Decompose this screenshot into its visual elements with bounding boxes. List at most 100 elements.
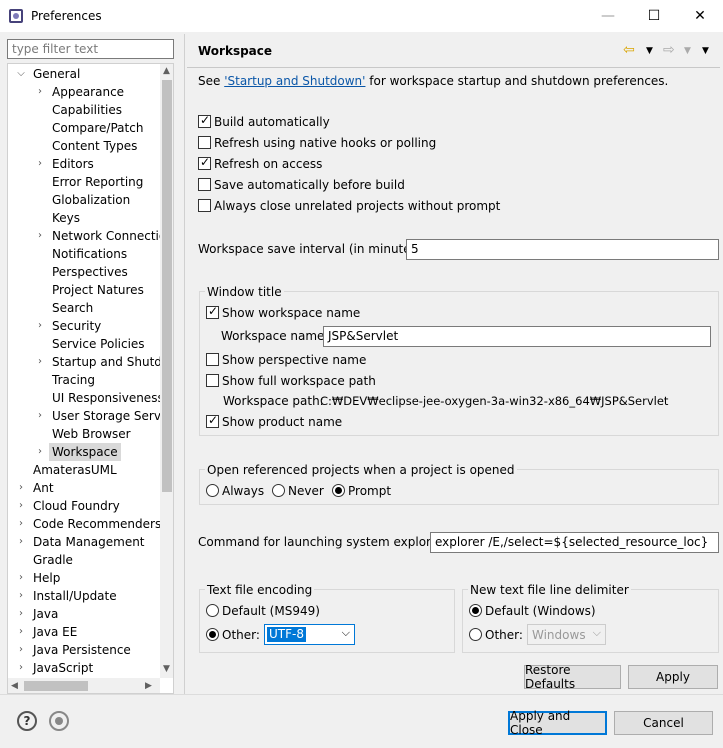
tree-item[interactable]: Appearance xyxy=(52,83,124,101)
open-never-radio[interactable]: Never xyxy=(272,482,324,500)
checkbox-box[interactable] xyxy=(198,155,211,170)
tree-item[interactable]: Service Policies xyxy=(52,335,145,353)
delimiter-default-radio[interactable]: Default (Windows) xyxy=(469,602,596,620)
tree-item[interactable]: Project Natures xyxy=(52,281,144,299)
radio-circle[interactable] xyxy=(206,484,219,497)
radio-circle[interactable] xyxy=(332,484,345,497)
close-button[interactable]: ✕ xyxy=(677,0,723,32)
radio-circle[interactable] xyxy=(206,628,219,641)
tree-item[interactable]: Security xyxy=(52,317,101,335)
show-perspective-name-checkbox[interactable]: Show perspective name xyxy=(206,351,366,369)
collapse-chevron-icon[interactable]: › xyxy=(35,353,45,371)
tree-item[interactable]: Editors xyxy=(52,155,94,173)
tree-hscroll-thumb[interactable] xyxy=(24,681,88,691)
tree-item[interactable]: Ant xyxy=(33,479,54,497)
tree-item[interactable]: Gradle xyxy=(33,551,73,569)
tree-item[interactable]: General xyxy=(33,65,80,83)
tree-item[interactable]: Perspectives xyxy=(52,263,128,281)
collapse-chevron-icon[interactable]: › xyxy=(16,479,26,497)
tree-item[interactable]: Content Types xyxy=(52,137,137,155)
collapse-chevron-icon[interactable]: › xyxy=(16,533,26,551)
delimiter-other-radio[interactable]: Other: xyxy=(469,626,523,644)
delimiter-select[interactable]: Windows ⌵ xyxy=(527,624,606,645)
tree-item[interactable]: Web Browser xyxy=(52,425,131,443)
collapse-chevron-icon[interactable]: › xyxy=(16,515,26,533)
tree-item[interactable]: Error Reporting xyxy=(52,173,143,191)
open-prompt-radio[interactable]: Prompt xyxy=(332,482,391,500)
open-always-radio[interactable]: Always xyxy=(206,482,264,500)
help-icon[interactable]: ? xyxy=(17,711,37,731)
maximize-button[interactable]: ☐ xyxy=(631,0,677,32)
scroll-up-icon[interactable]: ▲ xyxy=(163,64,170,78)
collapse-chevron-icon[interactable]: › xyxy=(16,623,26,641)
checkbox-box[interactable] xyxy=(198,199,211,212)
back-arrow-icon[interactable]: ⇦ xyxy=(623,42,635,58)
workspace-option-checkbox[interactable]: Save automatically before build xyxy=(198,176,405,194)
tree-item[interactable]: Cloud Foundry xyxy=(33,497,120,515)
cancel-button[interactable]: Cancel xyxy=(614,711,713,735)
collapse-chevron-icon[interactable]: › xyxy=(35,443,45,461)
tree-item[interactable]: AmaterasUML xyxy=(33,461,117,479)
scroll-right-icon[interactable]: ▶ xyxy=(145,679,152,693)
collapse-chevron-icon[interactable]: › xyxy=(16,587,26,605)
record-icon[interactable] xyxy=(49,711,69,731)
checkbox-box[interactable] xyxy=(198,178,211,191)
apply-button[interactable]: Apply xyxy=(628,665,718,689)
tree-item[interactable]: Keys xyxy=(52,209,80,227)
radio-circle[interactable] xyxy=(469,628,482,641)
checkbox-box[interactable] xyxy=(198,113,211,128)
collapse-chevron-icon[interactable]: › xyxy=(16,659,26,677)
tree-item[interactable]: Tracing xyxy=(52,371,95,389)
workspace-option-checkbox[interactable]: Refresh using native hooks or polling xyxy=(198,134,436,152)
startup-shutdown-link[interactable]: 'Startup and Shutdown' xyxy=(224,74,365,88)
tree-item[interactable]: Help xyxy=(33,569,60,587)
collapse-chevron-icon[interactable]: › xyxy=(16,605,26,623)
scroll-down-icon[interactable]: ▼ xyxy=(163,662,170,676)
collapse-chevron-icon[interactable]: › xyxy=(16,497,26,515)
checkbox-box[interactable] xyxy=(206,353,219,366)
checkbox-box[interactable] xyxy=(206,374,219,387)
encoding-select[interactable]: UTF-8 ⌵ xyxy=(264,624,355,645)
tree-item[interactable]: Search xyxy=(52,299,93,317)
tree-item[interactable]: Code Recommenders xyxy=(33,515,160,533)
back-menu-chevron-icon[interactable]: ▼ xyxy=(646,46,653,56)
tree-item[interactable]: Workspace xyxy=(49,443,121,461)
collapse-chevron-icon[interactable]: › xyxy=(35,317,45,335)
workspace-name-input[interactable]: JSP&Servlet xyxy=(323,326,711,347)
tree-item[interactable]: Java Persistence xyxy=(33,641,131,659)
collapse-chevron-icon[interactable]: › xyxy=(35,83,45,101)
radio-circle[interactable] xyxy=(206,604,219,617)
tree-item[interactable]: Java EE xyxy=(33,623,77,641)
tree-item[interactable]: Java xyxy=(33,605,58,623)
collapse-chevron-icon[interactable]: › xyxy=(16,641,26,659)
tree-item[interactable]: Startup and Shutdown xyxy=(52,353,160,371)
show-full-path-checkbox[interactable]: Show full workspace path xyxy=(206,372,376,390)
filter-input[interactable]: type filter text xyxy=(7,39,174,59)
minimize-button[interactable]: — xyxy=(585,0,631,32)
tree-scroll-thumb[interactable] xyxy=(162,80,172,492)
forward-arrow-icon[interactable]: ⇨ xyxy=(663,42,675,58)
scroll-left-icon[interactable]: ◀ xyxy=(11,679,18,693)
expand-chevron-icon[interactable]: ⌵ xyxy=(16,65,26,83)
tree-horizontal-scrollbar[interactable]: ◀ ▶ xyxy=(8,678,160,693)
collapse-chevron-icon[interactable]: › xyxy=(16,569,26,587)
tree-item[interactable]: Compare/Patch xyxy=(52,119,143,137)
view-menu-icon[interactable]: ▼ xyxy=(702,46,709,56)
tree-item[interactable]: Notifications xyxy=(52,245,127,263)
checkbox-box[interactable] xyxy=(198,136,211,149)
tree-item[interactable]: Network Connections xyxy=(52,227,160,245)
workspace-option-checkbox[interactable]: Always close unrelated projects without … xyxy=(198,197,500,215)
show-product-name-checkbox[interactable]: Show product name xyxy=(206,413,342,431)
tree-item[interactable]: User Storage Service xyxy=(52,407,160,425)
encoding-other-radio[interactable]: Other: xyxy=(206,626,260,644)
collapse-chevron-icon[interactable]: › xyxy=(35,407,45,425)
forward-menu-chevron-icon[interactable]: ▼ xyxy=(684,46,691,56)
tree-item[interactable]: Globalization xyxy=(52,191,130,209)
radio-circle[interactable] xyxy=(469,604,482,617)
checkbox-box[interactable] xyxy=(206,304,219,319)
tree-item[interactable]: UI Responsiveness Monitoring xyxy=(52,389,160,407)
workspace-option-checkbox[interactable]: Refresh on access xyxy=(198,155,322,173)
workspace-option-checkbox[interactable]: Build automatically xyxy=(198,113,330,131)
radio-circle[interactable] xyxy=(272,484,285,497)
show-workspace-name-checkbox[interactable]: Show workspace name xyxy=(206,304,360,322)
